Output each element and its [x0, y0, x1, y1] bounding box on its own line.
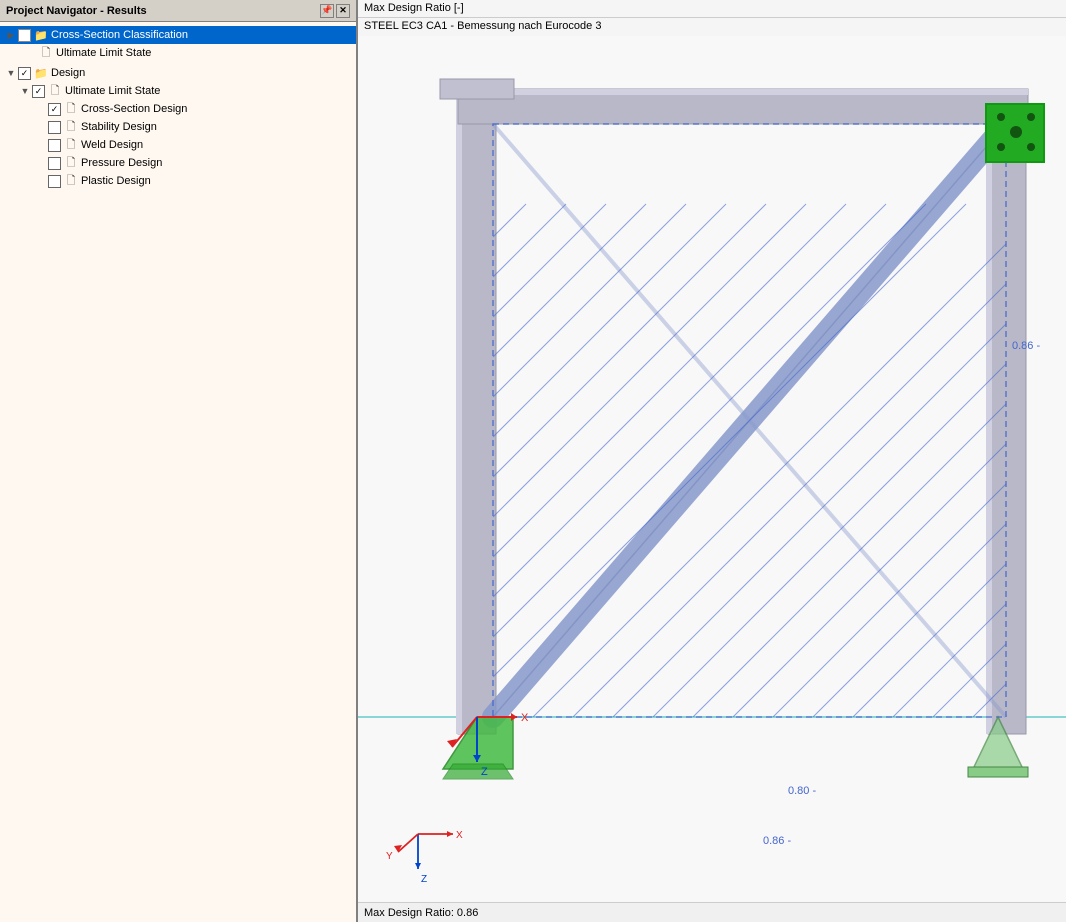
doc-icon-uls-design: 🗋 — [47, 83, 63, 99]
checkbox-weld-design[interactable] — [48, 139, 61, 152]
label-ultimate-limit-state-design: Ultimate Limit State — [65, 85, 160, 97]
checkbox-pressure-design[interactable] — [48, 157, 61, 170]
subdoc-icon-sd: 🗋 — [63, 119, 79, 135]
main-container: Project Navigator - Results 📌 ✕ ▶ 📁 Cros… — [0, 0, 1066, 922]
panel-header-controls: 📌 ✕ — [320, 4, 350, 18]
panel-title: Project Navigator - Results — [6, 5, 147, 17]
view-subtitle-text: STEEL EC3 CA1 - Bemessung nach Eurocode … — [364, 20, 601, 32]
label-stability-design: Stability Design — [81, 121, 157, 133]
subdoc-icon-pd: 🗋 — [63, 155, 79, 171]
checkbox-cross-section-classification[interactable] — [18, 29, 31, 42]
svg-text:Z: Z — [481, 766, 488, 778]
expander-design[interactable]: ▼ — [4, 66, 18, 80]
svg-text:X: X — [456, 830, 463, 841]
tree-item-cross-section-classification[interactable]: ▶ 📁 Cross-Section Classification — [0, 26, 356, 44]
pin-button[interactable]: 📌 — [320, 4, 334, 18]
subdoc-icon-pld: 🗋 — [63, 173, 79, 189]
tree-item-design[interactable]: ▼ 📁 Design — [0, 64, 356, 82]
checkbox-plastic-design[interactable] — [48, 175, 61, 188]
tree-item-weld-design[interactable]: ▶ 🗋 Weld Design — [0, 136, 356, 154]
structure-svg: X Z X — [358, 36, 1066, 902]
folder-icon-cross-section-classification: 📁 — [33, 27, 49, 43]
svg-text:0.80 -: 0.80 - — [788, 785, 816, 797]
checkbox-uls-design[interactable] — [32, 85, 45, 98]
checkbox-design[interactable] — [18, 67, 31, 80]
status-bar: Max Design Ratio: 0.86 — [358, 902, 1066, 922]
doc-icon-uls-top: 🗋 — [38, 45, 54, 61]
checkbox-cross-section-design[interactable] — [48, 103, 61, 116]
view-subtitle: STEEL EC3 CA1 - Bemessung nach Eurocode … — [358, 18, 1066, 36]
tree-item-ultimate-limit-state-top[interactable]: ▶ 🗋 Ultimate Limit State — [0, 44, 356, 62]
folder-icon-design: 📁 — [33, 65, 49, 81]
tree-item-plastic-design[interactable]: ▶ 🗋 Plastic Design — [0, 172, 356, 190]
view-title: Max Design Ratio [-] — [364, 2, 464, 14]
right-panel: Max Design Ratio [-] STEEL EC3 CA1 - Bem… — [358, 0, 1066, 922]
svg-text:Z: Z — [421, 874, 427, 885]
label-ultimate-limit-state-top: Ultimate Limit State — [56, 47, 151, 59]
content-area: Project Navigator - Results 📌 ✕ ▶ 📁 Cros… — [0, 0, 1066, 922]
status-text: Max Design Ratio: 0.86 — [364, 907, 478, 919]
label-design: Design — [51, 67, 85, 79]
tree-item-ultimate-limit-state-design[interactable]: ▼ 🗋 Ultimate Limit State — [0, 82, 356, 100]
svg-text:0.86 -: 0.86 - — [763, 835, 791, 847]
label-cross-section-classification: Cross-Section Classification — [51, 29, 188, 41]
left-panel: Project Navigator - Results 📌 ✕ ▶ 📁 Cros… — [0, 0, 358, 922]
label-weld-design: Weld Design — [81, 139, 143, 151]
label-cross-section-design: Cross-Section Design — [81, 103, 187, 115]
svg-text:Y: Y — [386, 851, 393, 862]
panel-header: Project Navigator - Results 📌 ✕ — [0, 0, 356, 22]
view-header: Max Design Ratio [-] — [358, 0, 1066, 18]
tree-container[interactable]: ▶ 📁 Cross-Section Classification ▶ 🗋 Ult… — [0, 22, 356, 922]
tree-item-cross-section-design[interactable]: ▶ 🗋 Cross-Section Design — [0, 100, 356, 118]
subdoc-icon-wd: 🗋 — [63, 137, 79, 153]
svg-text:0.86 -: 0.86 - — [1012, 340, 1040, 352]
expander-uls-design[interactable]: ▼ — [18, 84, 32, 98]
canvas-area[interactable]: X Z X — [358, 36, 1066, 902]
checkbox-stability-design[interactable] — [48, 121, 61, 134]
close-button[interactable]: ✕ — [336, 4, 350, 18]
label-plastic-design: Plastic Design — [81, 175, 151, 187]
label-pressure-design: Pressure Design — [81, 157, 162, 169]
expander-cross-section-classification[interactable]: ▶ — [4, 28, 18, 42]
subdoc-icon-csd: 🗋 — [63, 101, 79, 117]
svg-text:X: X — [521, 712, 529, 724]
tree-item-pressure-design[interactable]: ▶ 🗋 Pressure Design — [0, 154, 356, 172]
tree-item-stability-design[interactable]: ▶ 🗋 Stability Design — [0, 118, 356, 136]
